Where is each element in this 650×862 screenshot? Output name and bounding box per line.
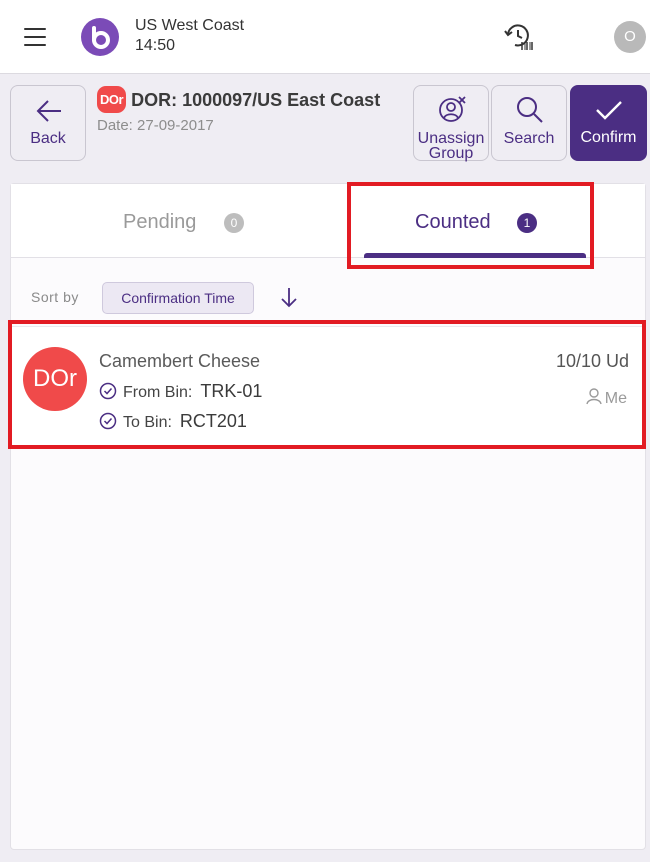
to-bin-row: To Bin: RCT201 [99, 411, 247, 432]
unassign-group-button[interactable]: Unassign Group [413, 85, 489, 162]
search-icon [517, 97, 543, 123]
item-quantity: 10/10 Ud [555, 351, 629, 371]
user-remove-icon [439, 96, 466, 122]
document-type-badge: DOr [97, 86, 127, 113]
from-bin-label: From Bin: [123, 384, 193, 401]
item-name: Camembert Cheese [99, 351, 261, 371]
group-label: Group [428, 145, 474, 162]
tab-pending[interactable]: Pending 0 [11, 184, 321, 258]
store-name: US West Coast [135, 17, 245, 34]
tab-bar: Pending 0 Counted 1 [11, 184, 645, 258]
to-bin-value: RCT201 [179, 411, 247, 431]
top-bar: US West Coast 14:50 O [0, 0, 650, 74]
tab-counted-label: Counted [415, 211, 491, 233]
history-barcode-icon[interactable] [503, 22, 535, 52]
tab-pending-count: 0 [224, 213, 244, 233]
list-item[interactable]: DOr Camembert Cheese From Bin: TRK-01 To … [11, 326, 645, 446]
from-bin-row: From Bin: TRK-01 [99, 381, 262, 402]
from-bin-value: TRK-01 [200, 381, 263, 401]
search-button[interactable]: Search [491, 85, 567, 161]
document-info: DOr DOR: 1000097/US East Coast Date: 27-… [97, 86, 407, 134]
user-avatar[interactable]: O [614, 21, 646, 53]
item-avatar: DOr [23, 347, 87, 411]
arrow-down-icon[interactable] [279, 286, 299, 308]
document-title: DOr DOR: 1000097/US East Coast [97, 86, 407, 113]
active-tab-indicator [364, 253, 586, 258]
app-logo-icon [81, 18, 119, 56]
confirm-label: Confirm [580, 129, 637, 146]
tab-counted-count: 1 [517, 213, 537, 233]
arrow-left-icon [36, 100, 61, 122]
back-label: Back [30, 130, 66, 147]
sort-field-button[interactable]: Confirmation Time [102, 282, 254, 314]
confirm-button[interactable]: Confirm [570, 85, 647, 161]
tab-counted[interactable]: Counted 1 [351, 184, 645, 258]
back-button[interactable]: Back [10, 85, 86, 161]
search-label: Search [503, 130, 555, 147]
store-info: US West Coast 14:50 [135, 16, 244, 56]
document-title-text: DOR: 1000097/US East Coast [131, 90, 381, 110]
item-assignee: Me [585, 387, 627, 408]
hamburger-menu-icon[interactable] [22, 24, 52, 50]
to-bin-label: To Bin: [123, 414, 172, 431]
check-circle-icon [99, 412, 117, 430]
count-panel: Pending 0 Counted 1 Sort by Confirmation… [10, 183, 646, 850]
assignee-name: Me [604, 390, 627, 407]
unassign-label: Unassign [417, 130, 485, 147]
person-icon [586, 388, 602, 405]
current-time: 14:50 [135, 37, 176, 54]
check-circle-icon [99, 382, 117, 400]
tab-pending-label: Pending [123, 211, 197, 233]
document-date: Date: 27-09-2017 [97, 117, 214, 134]
checkmark-icon [596, 101, 622, 120]
sort-label: Sort by [31, 289, 79, 305]
